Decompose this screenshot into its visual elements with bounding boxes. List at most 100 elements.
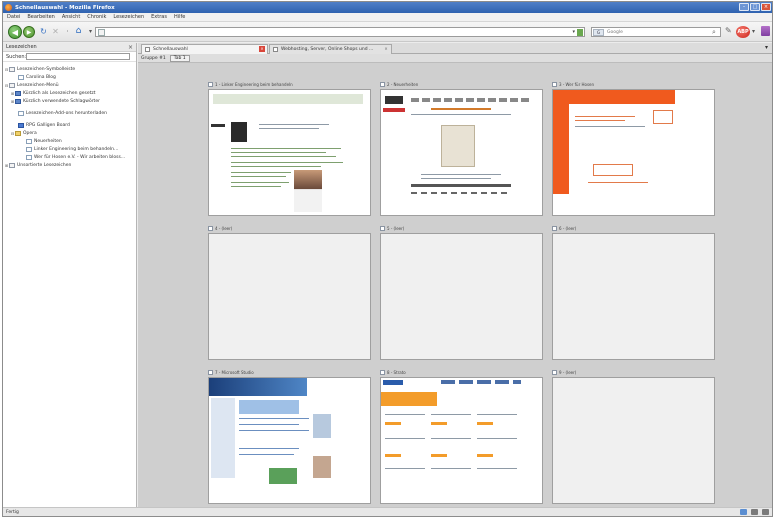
tree-item-label: Unsortierte Lesezeichen xyxy=(17,162,72,168)
tab-favicon-icon xyxy=(145,47,150,52)
speed-dial-tile[interactable]: 8 - Strato xyxy=(380,368,543,504)
bookmark-tree: ⊟ Lesezeichen-Symbolleiste Carolina Blog… xyxy=(3,62,136,172)
tile-preview-empty xyxy=(380,233,543,360)
group-tab[interactable]: Tab 1 xyxy=(169,54,190,62)
tree-item[interactable]: ⊟ Lesezeichen-Menü xyxy=(4,81,135,89)
bookmark-icon xyxy=(26,146,32,152)
folder-icon xyxy=(15,130,21,136)
tab-favicon-icon xyxy=(273,47,278,52)
page-icon xyxy=(552,226,557,231)
menu-history[interactable]: Chronik xyxy=(87,14,106,20)
minimize-button[interactable]: – xyxy=(739,3,749,11)
toolbar-folder-icon xyxy=(9,66,15,72)
close-icon[interactable]: × xyxy=(128,43,133,52)
speed-dial-area: Schnellauswahl × Webhosting, Server, Onl… xyxy=(138,43,772,508)
tree-item[interactable]: Neuerheiten xyxy=(4,137,135,145)
close-icon[interactable]: × xyxy=(259,46,265,52)
speed-dial-tile[interactable]: 4 - (leer) xyxy=(208,224,371,360)
tree-item[interactable]: Linker Engineering beim behandeln... xyxy=(4,145,135,153)
status-bar: Fertig xyxy=(3,507,772,516)
maximize-button[interactable]: □ xyxy=(750,3,760,11)
tree-item-label: Lesezeichen-Add-ons herunterladen xyxy=(26,110,108,116)
speed-dial-tile[interactable]: 2 - Neuerheiten xyxy=(380,80,543,216)
browser-window: Schnellauswahl - Mozilla Firefox – □ × D… xyxy=(2,1,773,517)
tree-item[interactable]: RPG Galligen Board xyxy=(4,121,135,129)
search-engine-icon[interactable]: G xyxy=(593,28,604,36)
tree-item-label: Wer für Hosen e.V. - Wir arbeiten bloss.… xyxy=(34,154,126,160)
menu-tools[interactable]: Extras xyxy=(151,14,167,20)
pen-icon[interactable]: ✎ xyxy=(725,26,732,35)
tile-label: 8 - Strato xyxy=(387,370,406,375)
tile-label: 6 - (leer) xyxy=(559,226,577,231)
menu-folder-icon xyxy=(9,82,15,88)
navigation-toolbar: ◀ ▶ ↻ ✕ · ⌂ ▾ ▾ G Google ⌕ ✎ ABP ▾ xyxy=(3,22,772,42)
back-arrow-icon[interactable]: ◀ xyxy=(8,25,22,39)
firefox-icon xyxy=(5,4,12,11)
sidebar-search: Suchen: xyxy=(3,52,136,62)
tree-item[interactable]: Wer für Hosen e.V. - Wir arbeiten bloss.… xyxy=(4,153,135,161)
menu-edit[interactable]: Bearbeiten xyxy=(27,14,54,20)
tree-item[interactable]: ⊟ Lesezeichen-Symbolleiste xyxy=(4,65,135,73)
bookmark-icon xyxy=(18,122,24,128)
tile-label: 7 - Microsoft Studio xyxy=(215,370,254,375)
speed-dial-tile[interactable]: 6 - (leer) xyxy=(552,224,715,360)
bookmark-icon xyxy=(18,74,24,80)
sidebar-search-input[interactable] xyxy=(26,53,130,60)
stop-icon[interactable]: ✕ xyxy=(51,27,60,36)
tile-preview-empty xyxy=(208,233,371,360)
addon-icon[interactable] xyxy=(751,509,758,515)
tree-item[interactable]: ⊞ Unsortierte Lesezeichen xyxy=(4,161,135,169)
search-bar[interactable]: G Google ⌕ xyxy=(591,27,721,37)
page-icon xyxy=(208,226,213,231)
home-icon[interactable]: ⌂ xyxy=(74,27,83,36)
tree-item[interactable]: Carolina Blog xyxy=(4,73,135,81)
menu-file[interactable]: Datei xyxy=(7,14,20,20)
speed-dial-tile[interactable]: 1 - Linker Engineering beim behandeln xyxy=(208,80,371,216)
tab-webhosting[interactable]: Webhosting, Server, Online Shops und ...… xyxy=(269,44,392,54)
tile-label: 2 - Neuerheiten xyxy=(387,82,419,87)
speed-dial-tile[interactable]: 5 - (leer) xyxy=(380,224,543,360)
chevron-down-icon[interactable]: ▾ xyxy=(86,27,95,36)
tab-list-icon[interactable]: ▾ xyxy=(765,44,768,51)
sidebar-search-label: Suchen: xyxy=(6,53,27,60)
adblock-icon[interactable]: ABP xyxy=(736,26,750,38)
url-bar[interactable]: ▾ xyxy=(95,27,585,37)
speed-dial-tile[interactable]: 9 - (leer) xyxy=(552,368,715,504)
sync-icon[interactable] xyxy=(740,509,747,515)
group-bar: Gruppe #1 Tab 1 xyxy=(138,54,772,63)
go-icon[interactable] xyxy=(577,29,583,36)
search-icon[interactable]: ⌕ xyxy=(712,29,719,36)
close-button[interactable]: × xyxy=(761,3,771,11)
tree-item[interactable]: Lesezeichen-Add-ons herunterladen xyxy=(4,109,135,117)
status-text: Fertig xyxy=(6,509,19,515)
speed-dial-tile[interactable]: 3 - Wer für Hosen xyxy=(552,80,715,216)
tile-label: 9 - (leer) xyxy=(559,370,577,375)
page-icon xyxy=(380,226,385,231)
menu-bar: Datei Bearbeiten Ansicht Chronik Lesezei… xyxy=(3,13,772,22)
reload-icon[interactable]: ↻ xyxy=(39,27,48,36)
tile-preview-empty xyxy=(552,377,715,504)
tree-item[interactable]: ⊞ Kürzlich als Lesezeichen gesetzt xyxy=(4,89,135,97)
search-input[interactable]: Google xyxy=(607,30,623,35)
tile-preview xyxy=(380,377,543,504)
adblock-dropdown-icon[interactable]: ▾ xyxy=(752,28,755,35)
page-favicon-icon xyxy=(98,28,105,36)
unsorted-folder-icon xyxy=(9,162,15,168)
url-dropdown-icon[interactable]: ▾ xyxy=(572,28,575,37)
menu-bookmarks[interactable]: Lesezeichen xyxy=(113,14,144,20)
forward-arrow-icon[interactable]: ▶ xyxy=(23,26,35,38)
tile-preview xyxy=(380,89,543,216)
tile-label: 1 - Linker Engineering beim behandeln xyxy=(215,82,293,87)
tree-item-label: Lesezeichen-Symbolleiste xyxy=(17,66,76,72)
tree-item[interactable]: ⊞ Kürzlich verwendete Schlagwörter xyxy=(4,97,135,105)
sidebar-title: Lesezeichen xyxy=(6,44,37,50)
close-icon[interactable]: × xyxy=(383,46,389,52)
speed-dial-tile[interactable]: 7 - Microsoft Studio xyxy=(208,368,371,504)
tree-item[interactable]: ⊟ Opera xyxy=(4,129,135,137)
menu-help[interactable]: Hilfe xyxy=(174,14,185,20)
menu-view[interactable]: Ansicht xyxy=(62,14,80,20)
group-label[interactable]: Gruppe #1 xyxy=(141,56,166,61)
tab-speed-dial[interactable]: Schnellauswahl × xyxy=(141,44,268,54)
page-icon xyxy=(380,82,385,87)
extension-icon[interactable] xyxy=(761,26,770,36)
